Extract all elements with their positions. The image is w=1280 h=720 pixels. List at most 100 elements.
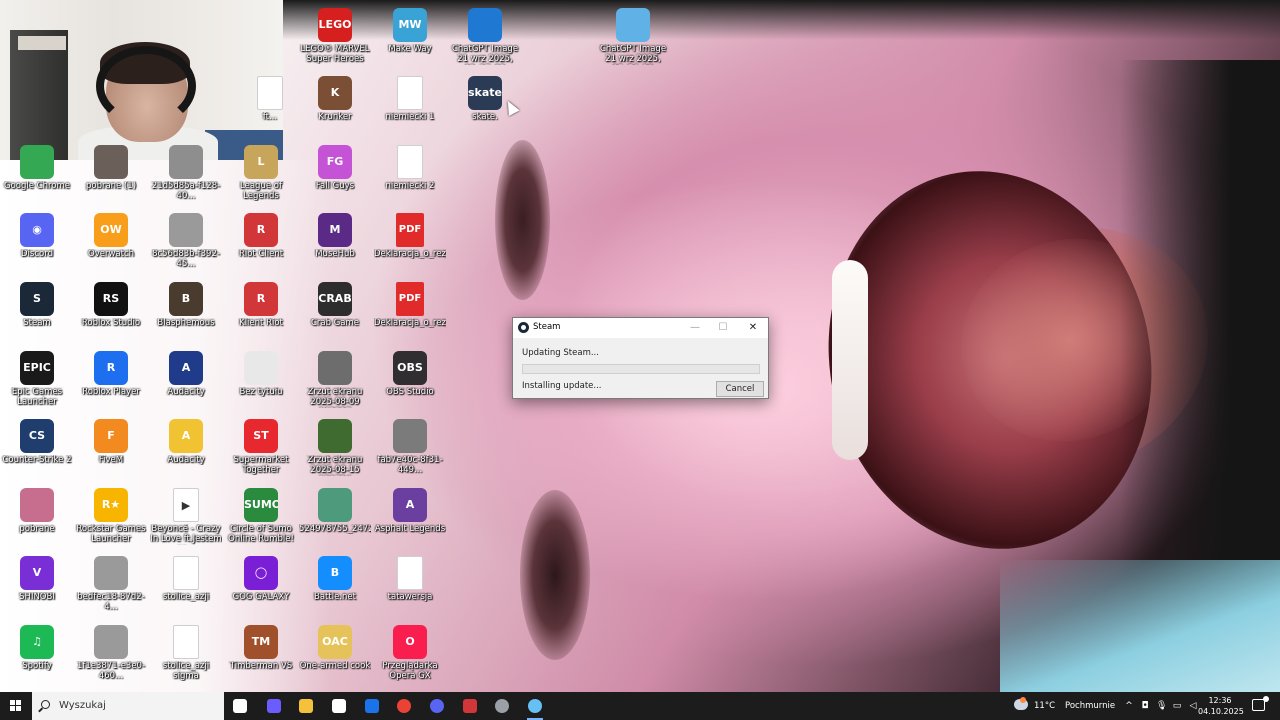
app-icon — [393, 419, 427, 453]
desktop-icon[interactable]: TM Timberman VS — [225, 621, 297, 689]
desktop-icon[interactable]: B Battle.net — [299, 552, 371, 620]
desktop-icon[interactable]: LEGO LEGO® MARVEL Super Heroes — [299, 4, 371, 72]
desktop-icon[interactable]: A Audacity — [150, 415, 222, 483]
desktop-icon[interactable]: Google Chrome — [1, 141, 73, 209]
update-status-text: Updating Steam... — [522, 348, 599, 358]
desktop-icon[interactable]: R Klient Riot — [225, 278, 297, 346]
desktop-icon[interactable]: ♫ Spotify — [1, 621, 73, 689]
desktop-icon[interactable]: FG Fall Guys — [299, 141, 371, 209]
desktop-icon-label: GOG GALAXY — [232, 592, 290, 602]
desktop-icon[interactable]: pobrane (1) — [75, 141, 147, 209]
steam-dialog-titlebar[interactable]: Steam — ☐ ✕ — [513, 318, 768, 338]
desktop-icon[interactable]: EPIC Epic Games Launcher — [1, 347, 73, 415]
taskbar-file-explorer-button[interactable] — [290, 692, 322, 720]
desktop-icon[interactable]: SUMO Circle of Sumo Online Rumble! — [225, 484, 297, 552]
cancel-button[interactable]: Cancel — [716, 381, 764, 397]
desktop-icon[interactable]: MW Make Way — [374, 4, 446, 72]
desktop-icon[interactable]: ChatGPT Image 21 wrz 2025, 02_27_03 — [449, 4, 521, 72]
desktop-icon[interactable]: M MuseHub — [299, 209, 371, 277]
desktop-icon[interactable]: Zrzut ekranu 2025-08-15 121724 — [299, 415, 371, 483]
system-clock[interactable]: 12:36 04.10.2025 — [1198, 695, 1244, 717]
desktop-icon[interactable]: niemiecki 2 — [374, 141, 446, 209]
app-icon: ◯ — [244, 556, 278, 590]
taskbar-discord-button[interactable] — [421, 692, 453, 720]
desktop-icon[interactable]: OBS OBS Studio — [374, 347, 446, 415]
desktop-icon[interactable]: tatawersja — [374, 552, 446, 620]
taskbar-chrome-button[interactable] — [388, 692, 420, 720]
network-icon[interactable]: ▭ — [1172, 701, 1182, 711]
taskbar-obs-button[interactable] — [486, 692, 518, 720]
desktop-icon[interactable]: CRAB Crab Game — [299, 278, 371, 346]
app-icon — [397, 145, 423, 179]
app-icon: PDF — [396, 282, 424, 316]
taskbar-outlook-button[interactable] — [356, 692, 388, 720]
taskbar-task-view-button[interactable] — [224, 692, 256, 720]
maximize-button[interactable]: ☐ — [709, 320, 737, 336]
desktop-icon[interactable]: ◉ Discord — [1, 209, 73, 277]
desktop-icon[interactable]: 1f1e3871-e3e0-460... — [75, 621, 147, 689]
desktop-icon-label: 21d5d85a-f128-40... — [151, 181, 221, 201]
desktop-icon[interactable]: O Przeglądarka Opera GX — [374, 621, 446, 689]
chevron-up-icon[interactable]: ^ — [1124, 701, 1134, 711]
desktop-icon[interactable]: pobrane — [1, 484, 73, 552]
taskbar-riot-button[interactable] — [454, 692, 486, 720]
desktop-icon[interactable]: stolice_azji — [150, 552, 222, 620]
volume-icon[interactable]: ◁ — [1188, 701, 1198, 711]
taskbar-store-button[interactable] — [323, 692, 355, 720]
desktop-icon[interactable]: RS Roblox Studio — [75, 278, 147, 346]
desktop-icon-label: Epic Games Launcher — [11, 387, 63, 407]
desktop-icon[interactable]: A Audacity — [150, 347, 222, 415]
desktop-icon[interactable]: ◯ GOG GALAXY — [225, 552, 297, 620]
desktop-icon[interactable]: V SHINOBI — [1, 552, 73, 620]
search-placeholder: Wyszukaj — [59, 700, 106, 711]
desktop-icon[interactable]: A Asphalt Legends — [374, 484, 446, 552]
desktop-icon[interactable]: 524978755_247212... — [299, 484, 371, 552]
desktop-icon[interactable]: Zrzut ekranu 2025-08-09 163327 — [299, 347, 371, 415]
desktop-icon[interactable]: ft... — [250, 72, 290, 140]
desktop-icon[interactable]: L League of Legends — [225, 141, 297, 209]
app-icon — [468, 8, 502, 42]
desktop-icon[interactable]: F FiveM — [75, 415, 147, 483]
desktop-icon-label: Battle.net — [314, 592, 356, 602]
desktop-icon-label: Przeglądarka Opera GX — [382, 661, 438, 681]
steam-icon — [518, 322, 529, 333]
desktop-icon[interactable]: K Krunker — [299, 72, 371, 140]
app-icon — [244, 351, 278, 385]
desktop-icon[interactable]: PDF Deklaracja_o_rezy... — [374, 209, 446, 277]
desktop-icon[interactable]: PDF Deklaracja_o_rezy... — [374, 278, 446, 346]
desktop-icon[interactable]: ST Supermarket Together — [225, 415, 297, 483]
desktop-icon[interactable]: CS Counter-Strike 2 — [1, 415, 73, 483]
taskbar-steam-button[interactable] — [519, 692, 551, 720]
desktop-icon-label: MuseHub — [315, 249, 355, 259]
desktop-icon[interactable]: fab7e40c-8f31-449... — [374, 415, 446, 483]
desktop-icon-label: bedfec18-87d2-4... — [77, 592, 145, 612]
desktop-icon[interactable]: OW Overwatch — [75, 209, 147, 277]
camera-icon[interactable]: ◘ — [1140, 701, 1150, 711]
desktop-icon-label: Discord — [21, 249, 53, 259]
start-button[interactable] — [0, 692, 32, 720]
desktop-icon[interactable]: Bez tytułu — [225, 347, 297, 415]
desktop-icon-label: Bez tytułu — [239, 387, 283, 397]
minimize-button[interactable]: — — [681, 320, 709, 336]
desktop-icon[interactable]: R Riot Client — [225, 209, 297, 277]
search-input[interactable]: Wyszukaj — [32, 692, 224, 720]
app-icon: S — [20, 282, 54, 316]
desktop-icon[interactable]: ChatGPT Image 21 wrz 2025, 05_56_20 — [597, 4, 669, 72]
desktop-icon[interactable]: stolice_azji sigma — [150, 621, 222, 689]
desktop-icon[interactable]: 21d5d85a-f128-40... — [150, 141, 222, 209]
desktop-icon[interactable]: OAC One-armed cook — [299, 621, 371, 689]
desktop-icon[interactable]: R★ Rockstar Games Launcher — [75, 484, 147, 552]
app-icon: R★ — [94, 488, 128, 522]
desktop-icon[interactable]: R Roblox Player — [75, 347, 147, 415]
desktop-icon-label: Klient Riot — [239, 318, 283, 328]
taskbar-copilot-button[interactable] — [258, 692, 290, 720]
desktop-icon[interactable]: niemiecki 1 — [374, 72, 446, 140]
close-button[interactable]: ✕ — [739, 320, 767, 336]
weather-widget[interactable]: 11°C Pochmurnie — [1010, 692, 1115, 720]
desktop-icon[interactable]: bedfec18-87d2-4... — [75, 552, 147, 620]
desktop-icon[interactable]: ▶Beyoncé - Crazy In Love ft.Jestem go... — [150, 484, 222, 552]
desktop-icon[interactable]: S Steam — [1, 278, 73, 346]
desktop-icon[interactable]: 8c56d83b-f392-45... — [150, 209, 222, 277]
microphone-icon[interactable]: 🎙 — [1156, 701, 1167, 711]
desktop-icon[interactable]: B Blasphemous — [150, 278, 222, 346]
